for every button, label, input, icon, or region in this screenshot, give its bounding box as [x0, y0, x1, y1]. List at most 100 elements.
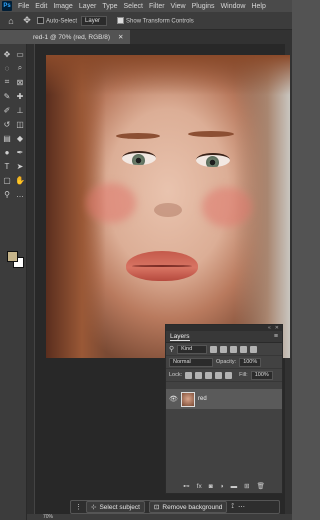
select-subject-label: Select subject: [99, 503, 140, 511]
quick-select-icon[interactable]: ⌕: [14, 62, 26, 74]
menu-bar: Ps File Edit Image Layer Type Select Fil…: [0, 0, 292, 12]
close-panel-icon[interactable]: ✕: [275, 325, 279, 331]
crop-icon[interactable]: ⌗: [1, 76, 13, 88]
fx-icon[interactable]: fx: [197, 483, 202, 490]
foreground-color-swatch[interactable]: [7, 251, 18, 262]
opacity-input[interactable]: 100%: [239, 357, 262, 367]
left-cheek: [86, 183, 136, 223]
healing-icon[interactable]: ✚: [14, 90, 26, 102]
target-dropdown[interactable]: Layer: [81, 15, 108, 26]
dodge-icon[interactable]: ●: [1, 146, 13, 158]
stamp-icon[interactable]: ⊥: [14, 104, 26, 116]
lock-move-icon[interactable]: [205, 371, 213, 379]
more-tools-icon[interactable]: …: [14, 188, 26, 200]
options-bar: ⌂ ✥ Auto-Select Layer Show Transform Con…: [0, 12, 292, 30]
lock-all-icon[interactable]: [225, 371, 233, 379]
layer-thumbnail: [181, 391, 195, 407]
link-icon[interactable]: ⊷: [183, 482, 190, 490]
pixel-filter-icon[interactable]: [210, 345, 218, 353]
filter-kind-dropdown[interactable]: Kind: [177, 344, 208, 354]
rectangle-icon[interactable]: ▢: [1, 174, 13, 186]
layers-footer: ⊷ fx ◙ ◑ ▬ ⊞ 🗑: [166, 479, 282, 493]
menu-edit[interactable]: Edit: [35, 3, 47, 10]
photoshop-logo: Ps: [2, 1, 12, 11]
hand-icon[interactable]: ✋: [14, 174, 26, 186]
adjustment-icon[interactable]: ◑: [220, 483, 224, 490]
pen-icon[interactable]: ✒: [14, 146, 26, 158]
close-icon[interactable]: ✕: [118, 33, 123, 41]
frame-icon[interactable]: ⊠: [14, 76, 26, 88]
blur-icon[interactable]: ◆: [14, 132, 26, 144]
tools-panel: ✥ ▭ ◌ ⌕ ⌗ ⊠ ✎ ✚ ✐ ⊥ ↺ ◫ ▤ ◆ ● ✒ T ➤ ▢ ✋ ⚲…: [0, 44, 27, 520]
path-select-icon[interactable]: ➤: [14, 160, 26, 172]
lock-artboard-icon[interactable]: [215, 371, 223, 379]
menu-window[interactable]: Window: [221, 3, 246, 10]
left-eye: [122, 151, 156, 165]
artboard-icon[interactable]: ▭: [14, 48, 26, 60]
blend-mode-dropdown[interactable]: Normal: [169, 357, 213, 367]
type-filter-icon[interactable]: [230, 345, 238, 353]
menu-filter[interactable]: Filter: [149, 3, 165, 10]
document-tab-title: red-1 @ 70% (red, RGB/8): [33, 33, 111, 41]
select-subject-icon: ⊹: [91, 504, 97, 511]
document-tabs: red-1 @ 70% (red, RGB/8) ✕: [27, 30, 292, 44]
move-icon[interactable]: ✥: [1, 48, 13, 60]
visibility-eye-icon[interactable]: 👁: [169, 395, 178, 403]
filter-search-icon: ⚲: [169, 346, 175, 353]
lasso-icon[interactable]: ◌: [1, 62, 13, 74]
mask-icon[interactable]: ◙: [209, 483, 213, 490]
menu-layer[interactable]: Layer: [79, 3, 97, 10]
lip-line: [132, 265, 192, 267]
brush-icon[interactable]: ✐: [1, 104, 13, 116]
zoom-icon[interactable]: ⚲: [1, 188, 13, 200]
collapse-icon[interactable]: «: [268, 325, 271, 331]
layers-panel: «✕ Layers ≡ ⚲ Kind Normal Opacity: 100% …: [165, 324, 283, 494]
more-options-icon[interactable]: ⋯: [238, 503, 245, 511]
auto-select-label: Auto-Select: [46, 18, 78, 25]
select-subject-button[interactable]: ⊹ Select subject: [86, 501, 145, 513]
lock-label: Lock:: [169, 372, 183, 378]
drag-handle-icon[interactable]: ⋮: [75, 503, 82, 511]
transform-controls-checkbox[interactable]: Show Transform Controls: [117, 16, 194, 25]
transform-icon[interactable]: ⟟: [231, 503, 234, 511]
fill-input[interactable]: 100%: [250, 370, 273, 380]
shape-filter-icon[interactable]: [240, 345, 248, 353]
type-icon[interactable]: T: [1, 160, 13, 172]
document-tab[interactable]: red-1 @ 70% (red, RGB/8) ✕: [27, 30, 130, 44]
menu-image[interactable]: Image: [53, 3, 72, 10]
layer-row[interactable]: 👁 red: [166, 389, 282, 409]
eyedropper-icon[interactable]: ✎: [1, 90, 13, 102]
auto-select-checkbox[interactable]: Auto-Select: [37, 16, 78, 25]
menu-file[interactable]: File: [18, 3, 29, 10]
move-tool-icon[interactable]: ✥: [21, 15, 33, 27]
menu-view[interactable]: View: [171, 3, 186, 10]
group-icon[interactable]: ▬: [231, 483, 238, 490]
portrait-image[interactable]: [46, 55, 290, 358]
menu-type[interactable]: Type: [102, 3, 117, 10]
remove-background-button[interactable]: ⊡ Remove background: [148, 501, 228, 513]
lock-paint-icon[interactable]: [195, 371, 203, 379]
menu-help[interactable]: Help: [251, 3, 265, 10]
layers-tab[interactable]: Layers: [170, 333, 190, 341]
home-icon[interactable]: ⌂: [5, 15, 17, 27]
remove-background-icon: ⊡: [153, 504, 160, 511]
hair-top: [46, 55, 290, 95]
menu-plugins[interactable]: Plugins: [192, 3, 215, 10]
right-cheek: [202, 187, 252, 227]
panel-menu-icon[interactable]: ≡: [274, 333, 278, 340]
history-brush-icon[interactable]: ↺: [1, 118, 13, 130]
transform-controls-label: Show Transform Controls: [126, 18, 194, 25]
layer-name[interactable]: red: [198, 396, 207, 402]
adjustment-filter-icon[interactable]: [220, 345, 228, 353]
new-layer-icon[interactable]: ⊞: [244, 482, 249, 490]
menu-select[interactable]: Select: [124, 3, 143, 10]
vertical-ruler: [27, 44, 35, 514]
smart-filter-icon[interactable]: [250, 345, 258, 353]
remove-background-label: Remove background: [162, 503, 223, 511]
lock-pixels-icon[interactable]: [185, 371, 193, 379]
zoom-level[interactable]: 70%: [43, 514, 53, 520]
gradient-icon[interactable]: ▤: [1, 132, 13, 144]
trash-icon[interactable]: 🗑: [257, 482, 265, 490]
opacity-label: Opacity:: [216, 359, 237, 365]
eraser-icon[interactable]: ◫: [14, 118, 26, 130]
